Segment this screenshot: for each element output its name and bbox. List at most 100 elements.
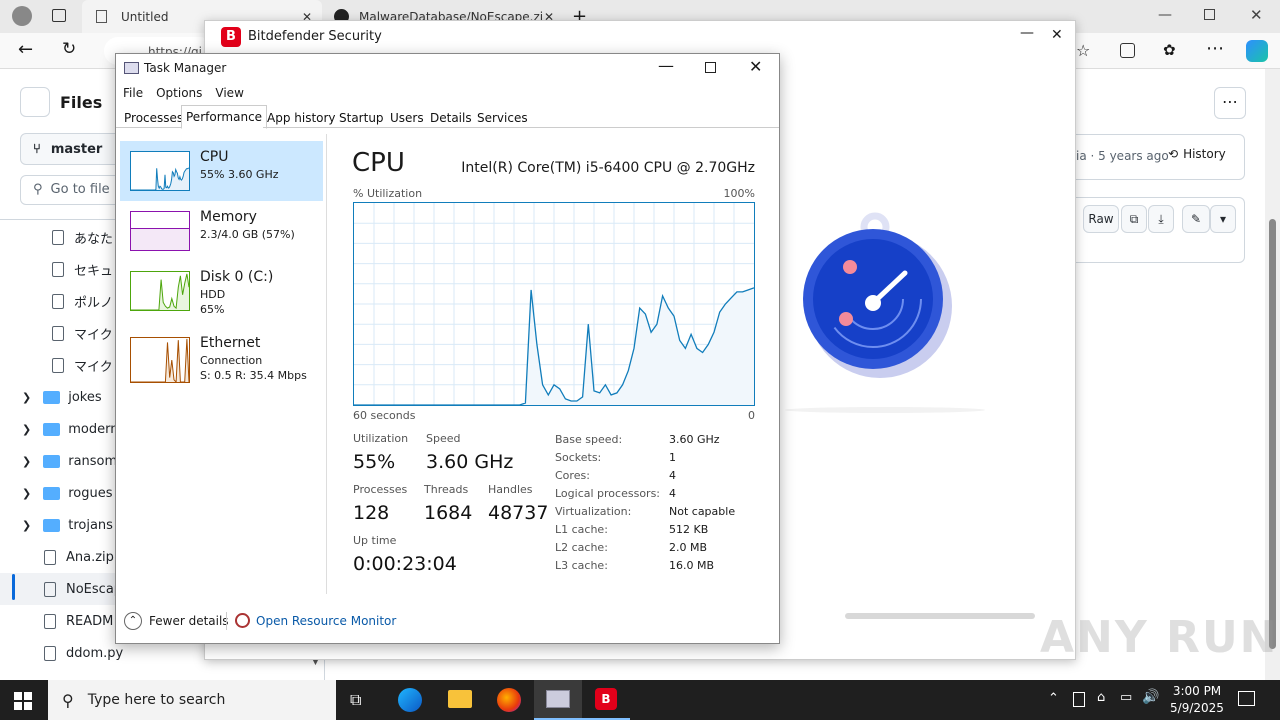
horizontal-scrollbar[interactable] [845, 613, 1035, 619]
spec-value: 1 [669, 451, 676, 464]
display-icon[interactable]: ▭ [1120, 690, 1132, 705]
folder-icon [43, 486, 61, 500]
disk-thumbnail [130, 271, 190, 311]
spec-value: 4 [669, 487, 676, 500]
profile-avatar[interactable] [12, 6, 32, 26]
history-label: History [1183, 147, 1226, 161]
edge-icon[interactable] [398, 688, 422, 712]
tree-item-name: jokes [68, 389, 102, 405]
edit-icon[interactable]: ✎ [1182, 205, 1210, 233]
network-icon[interactable]: ⌂ [1097, 690, 1105, 705]
menu-view[interactable]: View [215, 86, 243, 100]
history-link[interactable]: ⟲ History [1168, 147, 1226, 161]
tab-users[interactable]: Users [386, 108, 428, 128]
more-options-button[interactable]: ⋯ [1214, 87, 1246, 119]
bitdefender-icon: B [595, 688, 617, 710]
selected-indicator [12, 574, 15, 600]
tab-startup[interactable]: Startup [335, 108, 388, 128]
maximize-icon[interactable] [705, 62, 716, 73]
menu-file[interactable]: File [123, 86, 143, 100]
side-name: CPU [200, 149, 229, 165]
chevron-right-icon[interactable]: ❯ [22, 455, 31, 468]
scrollbar-thumb[interactable] [1269, 219, 1276, 649]
tree-item-name: セキュ [74, 263, 114, 279]
clock-date[interactable]: 5/9/2025 [1168, 701, 1226, 715]
taskmanager-taskbar-button[interactable] [534, 680, 582, 720]
threads-label: Threads [424, 483, 469, 496]
taskbar-search[interactable]: ⚲ Type here to search [48, 680, 336, 720]
tab-services[interactable]: Services [473, 108, 532, 128]
chevron-right-icon[interactable]: ❯ [22, 423, 31, 436]
tab-actions-icon[interactable] [52, 9, 66, 22]
side-cpu[interactable]: CPU 55% 3.60 GHz [120, 141, 323, 201]
firefox-icon[interactable] [497, 688, 521, 712]
tree-item-name: マイク [74, 327, 113, 343]
taskbar: ⚲ Type here to search ⧉ B ⌃ ⌂ ▭ 🔊 3:00 P… [0, 680, 1280, 720]
back-icon[interactable]: ← [18, 39, 33, 60]
search-icon: ⚲ [62, 690, 74, 710]
close-icon[interactable]: ✕ [749, 57, 762, 76]
collections-icon[interactable] [1120, 43, 1135, 58]
spec-label: L1 cache: [555, 523, 608, 536]
side-name: Disk 0 (C:) [200, 269, 274, 285]
side-ethernet[interactable]: Ethernet Connection S: 0.5 R: 35.4 Mbps [120, 329, 323, 389]
tab-label: App history [267, 110, 336, 125]
more-icon[interactable]: ⋯ [1206, 38, 1224, 59]
copy-icon[interactable]: ⧉ [1121, 205, 1147, 233]
tree-item-name: trojans [68, 517, 113, 533]
edit-dropdown-icon[interactable]: ▾ [1210, 205, 1236, 233]
branch-icon: ⑂ [33, 141, 41, 157]
start-icon[interactable] [14, 692, 32, 710]
fewer-details-link[interactable]: Fewer details [149, 614, 229, 628]
tab-performance[interactable]: Performance [181, 105, 268, 129]
favorites-icon[interactable]: ☆ [1076, 41, 1090, 60]
stopwatch-illustration [803, 212, 952, 378]
file-icon [52, 325, 64, 341]
side-memory[interactable]: Memory 2.3/4.0 GB (57%) [120, 201, 323, 261]
copilot-icon[interactable] [1246, 40, 1268, 62]
show-hidden-icons[interactable]: ⌃ [1048, 691, 1059, 706]
spec-label: Cores: [555, 469, 590, 482]
extensions-icon[interactable]: ✿ [1163, 41, 1176, 59]
spec-label: Virtualization: [555, 505, 632, 518]
notifications-icon[interactable] [1238, 691, 1255, 706]
restore-icon[interactable] [1204, 9, 1215, 20]
battery-icon[interactable] [1073, 692, 1085, 707]
page-scrollbar[interactable] [1265, 69, 1280, 680]
minimize-icon[interactable]: — [658, 56, 674, 75]
refresh-icon[interactable]: ↻ [62, 39, 76, 59]
side-detail: 55% 3.60 GHz [200, 168, 279, 181]
fewer-details-icon[interactable]: ⌃ [124, 612, 142, 630]
volume-icon[interactable]: 🔊 [1142, 689, 1159, 705]
minimize-icon[interactable]: — [1020, 25, 1034, 41]
tree-item-name: rogues [68, 485, 113, 501]
close-window-icon[interactable]: ✕ [1250, 6, 1263, 24]
chevron-right-icon[interactable]: ❯ [22, 487, 31, 500]
open-resource-monitor-link[interactable]: Open Resource Monitor [256, 614, 396, 628]
close-icon[interactable]: ✕ [1051, 27, 1063, 43]
tab-details[interactable]: Details [426, 108, 476, 128]
window-title: Task Manager [144, 61, 227, 75]
tab-app-history[interactable]: App history [263, 108, 340, 128]
task-view-icon[interactable]: ⧉ [350, 690, 361, 710]
tree-item-name: READM [66, 613, 114, 629]
tree-item-name: ポルノ [74, 295, 114, 311]
menu-options[interactable]: Options [156, 86, 202, 100]
minimize-icon[interactable]: — [1158, 7, 1172, 23]
cpu-thumbnail [130, 151, 190, 191]
bitdefender-taskbar-button[interactable]: B [582, 680, 630, 720]
chevron-right-icon[interactable]: ❯ [22, 519, 31, 532]
chevron-right-icon[interactable]: ❯ [22, 391, 31, 404]
side-disk[interactable]: Disk 0 (C:) HDD 65% [120, 261, 323, 321]
time-axis-label: 60 seconds [353, 409, 416, 422]
utilization-value: 55% [353, 451, 396, 473]
download-icon[interactable]: ⤓ [1148, 205, 1174, 233]
handles-value: 48737 [488, 502, 549, 524]
raw-button[interactable]: Raw [1083, 205, 1119, 233]
side-detail-2: 65% [200, 303, 225, 316]
clock-time[interactable]: 3:00 PM [1168, 684, 1226, 698]
uptime-label: Up time [353, 534, 397, 547]
file-explorer-icon[interactable] [448, 690, 472, 708]
tab-processes[interactable]: Processes [120, 108, 188, 128]
collapse-sidebar-icon[interactable] [20, 87, 50, 117]
